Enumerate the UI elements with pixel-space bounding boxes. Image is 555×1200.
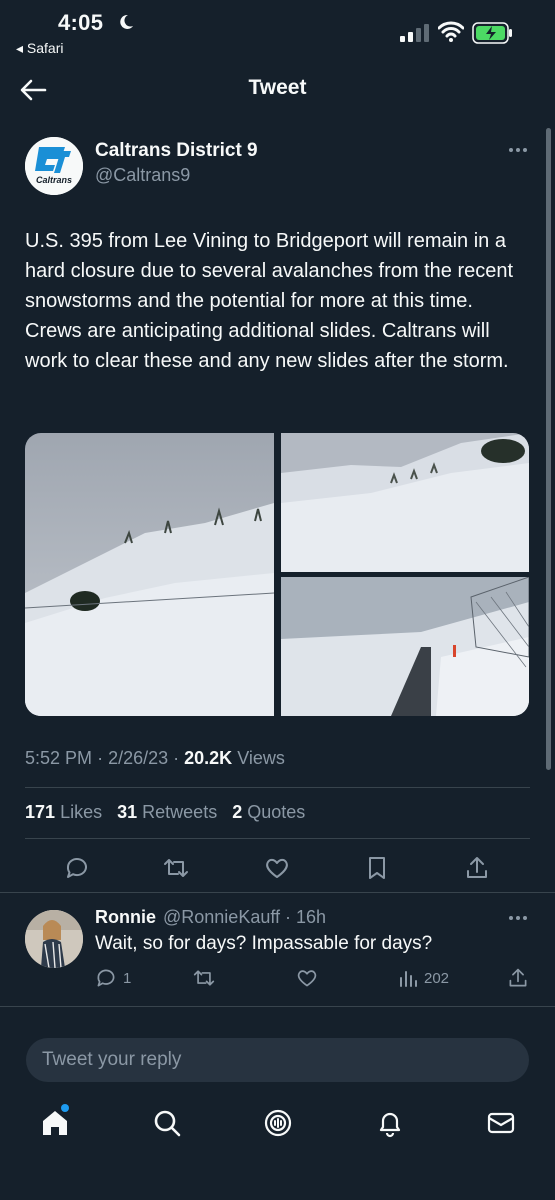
battery-charging-icon [472,22,512,44]
heart-icon [297,970,317,987]
quotes-stat[interactable]: 2 Quotes [232,802,305,822]
heart-icon[interactable] [264,855,290,881]
likes-stat[interactable]: 171 Likes [25,802,102,822]
tweet-views-count: 20.2K [184,748,233,768]
moon-icon [120,14,133,29]
home-icon[interactable] [40,1108,70,1138]
reply-share-action[interactable] [507,966,529,990]
caltrans-logo: Caltrans [25,137,83,195]
back-to-safari[interactable]: ◂ Safari [16,40,64,57]
tweet-meta: 5:52 PM · 2/26/23 · 20.2K Views [25,748,285,768]
reply-like-action[interactable] [296,966,318,990]
share-icon[interactable] [464,855,490,881]
share-icon [509,968,527,987]
spaces-icon[interactable] [263,1108,293,1138]
tweet-date: 2/26/23 [108,748,169,768]
tweet-photo-snowy-hillside[interactable] [281,433,529,572]
comment-icon[interactable] [64,855,90,881]
tweet-stats: 171 Likes 31 Retweets 2 Quotes [25,802,315,823]
arrow-left-icon[interactable] [18,76,48,104]
tweet-photo-avalanche-slope[interactable] [25,433,274,716]
retweets-stat[interactable]: 31 Retweets [117,802,217,822]
author-handle[interactable]: @Caltrans9 [95,165,190,186]
tweet-photo-snow-covered-road[interactable] [281,577,529,716]
more-horizontal-icon[interactable] [505,140,531,160]
scrollbar[interactable] [546,128,551,770]
reply-author-handle[interactable]: @RonnieKauff · 16h [163,907,326,928]
divider [0,1006,555,1007]
bell-icon[interactable] [375,1108,405,1138]
home-notification-dot [61,1104,69,1112]
search-icon[interactable] [152,1108,182,1138]
author-name[interactable]: Caltrans District 9 [95,140,258,162]
bar-chart-icon [400,971,417,987]
retweet-icon [193,970,215,986]
reply-input[interactable]: Tweet your reply [26,1038,529,1082]
tweet-text: U.S. 395 from Lee Vining to Bridgeport w… [25,230,514,372]
reply-retweet-action[interactable] [193,966,215,990]
divider [25,838,530,839]
bookmark-icon[interactable] [364,855,390,881]
reply-views-action[interactable]: 202 [398,966,449,990]
more-horizontal-icon[interactable] [505,908,531,928]
reply-author-name[interactable]: Ronnie [95,907,156,928]
logo-text: Caltrans [36,175,72,185]
wifi-icon [438,21,464,42]
cellular-signal-icon [400,24,429,42]
page-title: Tweet [248,76,307,99]
retweet-icon[interactable] [163,855,189,881]
tweet-time: 5:52 PM [25,748,93,768]
reply-comment-action[interactable]: 1 [95,966,131,990]
reply-text: Wait, so for days? Impassable for days? [95,933,433,954]
reply-views-count: 202 [424,969,450,987]
tweet-views-label: Views [237,748,285,768]
mail-icon[interactable] [486,1108,516,1138]
author-avatar[interactable]: Caltrans [25,137,83,195]
status-time: 4:05 [58,10,104,35]
comment-icon [97,969,115,987]
reply-comment-count: 1 [123,969,132,987]
reply-avatar[interactable] [25,910,83,968]
divider [25,787,530,788]
divider [0,892,555,893]
